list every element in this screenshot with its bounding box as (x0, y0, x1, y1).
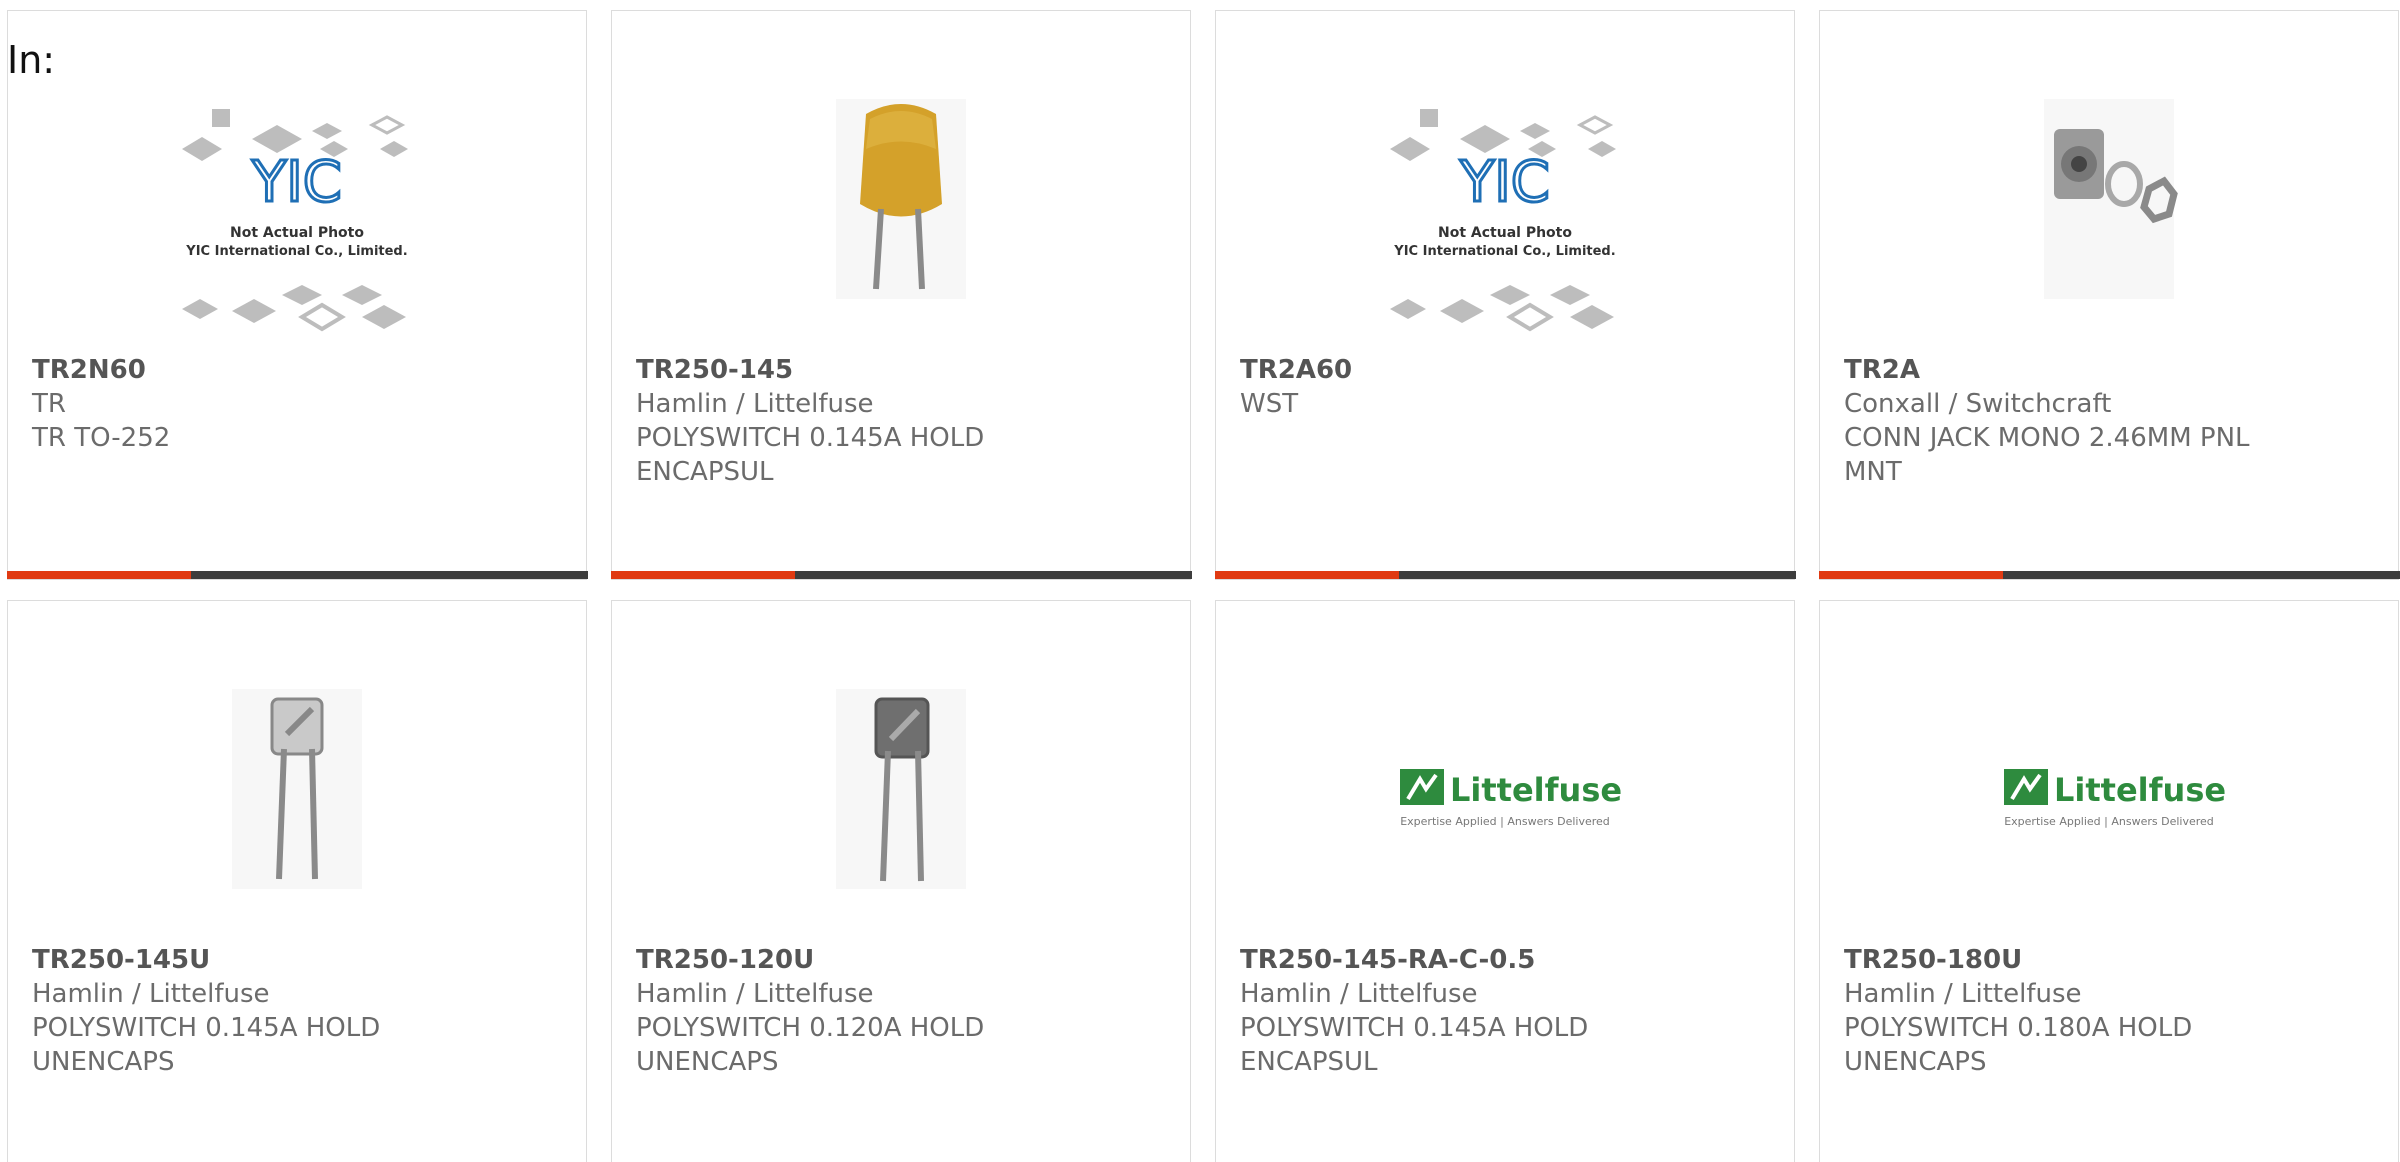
manufacturer: TR (32, 389, 66, 419)
littelfuse-logo-icon: Littelfuse Expertise Applied | Answers D… (1400, 769, 1622, 828)
manufacturer: Conxall / Switchcraft (1844, 389, 2112, 419)
product-image-placeholder[interactable]: YIC Not Actual Photo YIC International C… (162, 89, 432, 359)
part-number[interactable]: TR250-145U (32, 943, 562, 977)
card-bottom-bar (610, 571, 1192, 579)
product-info: TR250-180U Hamlin / Littelfuse POLYSWITC… (1844, 943, 2374, 1079)
svg-text:Not Actual Photo: Not Actual Photo (230, 225, 364, 241)
card-accent-bar (1214, 571, 1399, 579)
description: POLYSWITCH 0.145A HOLD ENCAPSUL (636, 423, 985, 487)
littelfuse-logo-text: Littelfuse (1450, 771, 1622, 809)
manufacturer: WST (1240, 389, 1299, 419)
product-info: TR2A Conxall / Switchcraft CONN JACK MON… (1844, 353, 2374, 489)
card-accent-bar (610, 571, 795, 579)
radial-ptc-fuse-icon (836, 99, 966, 299)
svg-text:Not Actual Photo: Not Actual Photo (1438, 225, 1572, 241)
yic-logo-text: YIC (1459, 150, 1550, 215)
manufacturer: Hamlin / Littelfuse (1844, 979, 2082, 1009)
product-image[interactable] (766, 679, 1036, 949)
yic-placeholder-icon: YIC Not Actual Photo YIC International C… (1390, 109, 1616, 332)
yic-logo-text: YIC (251, 150, 342, 215)
manufacturer: Hamlin / Littelfuse (32, 979, 270, 1009)
part-number[interactable]: TR2A60 (1240, 353, 1770, 387)
product-info: TR250-145 Hamlin / Littelfuse POLYSWITCH… (636, 353, 1166, 489)
product-info: TR250-120U Hamlin / Littelfuse POLYSWITC… (636, 943, 1166, 1079)
description: POLYSWITCH 0.145A HOLD UNENCAPS (32, 1013, 381, 1077)
product-grid-page: In: YIC Not Actual Photo YIC Internation… (0, 0, 2400, 1162)
ptc-disc-icon (836, 689, 966, 889)
search-heading: In: (7, 38, 56, 82)
product-image-logo[interactable]: Littelfuse Expertise Applied | Answers D… (1974, 679, 2244, 949)
manufacturer: Hamlin / Littelfuse (636, 389, 874, 419)
yic-placeholder-icon: YIC Not Actual Photo YIC International C… (182, 109, 408, 332)
part-number[interactable]: TR250-145-RA-C-0.5 (1240, 943, 1770, 977)
part-number[interactable]: TR2N60 (32, 353, 562, 387)
product-image-placeholder[interactable]: YIC Not Actual Photo YIC International C… (1370, 89, 1640, 359)
product-card[interactable]: YIC Not Actual Photo YIC International C… (6, 10, 588, 580)
svg-text:YIC International Co., Limited: YIC International Co., Limited. (1393, 244, 1615, 259)
product-image[interactable] (1974, 89, 2244, 359)
product-card[interactable]: TR250-145U Hamlin / Littelfuse POLYSWITC… (7, 600, 587, 1162)
product-card[interactable]: Littelfuse Expertise Applied | Answers D… (1819, 600, 2399, 1162)
product-card[interactable]: TR250-120U Hamlin / Littelfuse POLYSWITC… (611, 600, 1191, 1162)
card-bottom-bar (6, 571, 588, 579)
littelfuse-logo-text: Littelfuse (2054, 771, 2226, 809)
product-card[interactable]: YIC Not Actual Photo YIC International C… (1214, 10, 1796, 580)
card-accent-bar (1818, 571, 2003, 579)
svg-text:YIC International Co., Limited: YIC International Co., Limited. (185, 244, 407, 259)
ptc-disc-icon (232, 689, 362, 889)
littelfuse-tagline: Expertise Applied | Answers Delivered (2004, 815, 2214, 828)
product-image-logo[interactable]: Littelfuse Expertise Applied | Answers D… (1370, 679, 1640, 949)
product-info: TR2A60 WST (1240, 353, 1770, 421)
product-image[interactable] (162, 679, 432, 949)
card-bottom-bar (1214, 571, 1796, 579)
product-card[interactable]: TR250-145 Hamlin / Littelfuse POLYSWITCH… (610, 10, 1192, 580)
part-number[interactable]: TR2A (1844, 353, 2374, 387)
littelfuse-tagline: Expertise Applied | Answers Delivered (1400, 815, 1610, 828)
part-number[interactable]: TR250-120U (636, 943, 1166, 977)
product-info: TR250-145U Hamlin / Littelfuse POLYSWITC… (32, 943, 562, 1079)
manufacturer: Hamlin / Littelfuse (636, 979, 874, 1009)
manufacturer: Hamlin / Littelfuse (1240, 979, 1478, 1009)
card-accent-bar (6, 571, 191, 579)
description: CONN JACK MONO 2.46MM PNL MNT (1844, 423, 2250, 487)
part-number[interactable]: TR250-180U (1844, 943, 2374, 977)
product-card[interactable]: TR2A Conxall / Switchcraft CONN JACK MON… (1818, 10, 2400, 580)
card-bottom-bar (1818, 571, 2400, 579)
panel-jack-icon (2044, 99, 2178, 299)
description: TR TO-252 (32, 423, 171, 453)
description: POLYSWITCH 0.180A HOLD UNENCAPS (1844, 1013, 2193, 1077)
product-image[interactable] (766, 89, 1036, 359)
product-info: TR250-145-RA-C-0.5 Hamlin / Littelfuse P… (1240, 943, 1770, 1079)
part-number[interactable]: TR250-145 (636, 353, 1166, 387)
product-card[interactable]: Littelfuse Expertise Applied | Answers D… (1215, 600, 1795, 1162)
description: POLYSWITCH 0.120A HOLD UNENCAPS (636, 1013, 985, 1077)
product-info: TR2N60 TR TR TO-252 (32, 353, 562, 455)
description: POLYSWITCH 0.145A HOLD ENCAPSUL (1240, 1013, 1589, 1077)
littelfuse-logo-icon: Littelfuse Expertise Applied | Answers D… (2004, 769, 2226, 828)
